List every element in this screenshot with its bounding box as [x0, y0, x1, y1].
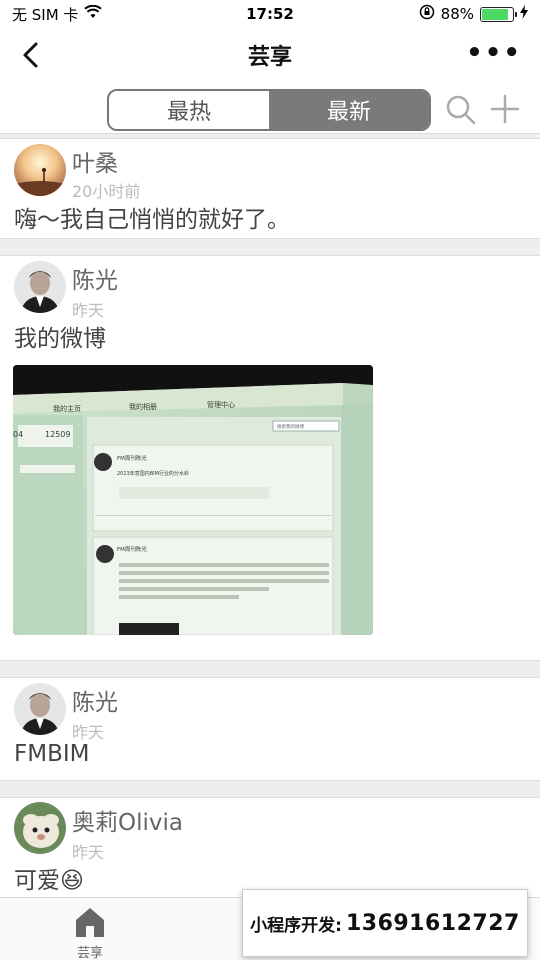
post-time: 20小时前 — [72, 182, 141, 201]
author-name[interactable]: 叶桑 — [72, 144, 118, 178]
photo-stat: 04 — [13, 430, 23, 439]
feed-post[interactable]: 陈光 昨天 FMBIM — [0, 678, 540, 780]
feed-post[interactable]: 奥莉Olivia 昨天 可爱😆 — [0, 798, 540, 897]
weibo-screen-image: 我的主页 我的相册 管理中心 04 12509 FM周刊陈光 2013年意国内B… — [13, 365, 373, 635]
tab-hottest[interactable]: 最热 — [109, 91, 269, 129]
avatar[interactable] — [14, 683, 66, 735]
status-right: 88% — [419, 4, 528, 24]
post-photo[interactable]: 我的主页 我的相册 管理中心 04 12509 FM周刊陈光 2013年意国内B… — [13, 365, 373, 635]
orientation-lock-icon — [419, 4, 435, 24]
home-icon — [76, 908, 104, 937]
nav-bar: 芸享 ••• — [0, 28, 540, 82]
photo-account: FM周刊陈光 — [117, 545, 147, 553]
photo-tab-label: 我的主页 — [53, 404, 81, 413]
more-button[interactable]: ••• — [466, 40, 522, 66]
promo-phone: 13691612727 — [345, 910, 520, 936]
post-text: FMBIM — [14, 741, 90, 767]
battery-icon — [480, 6, 517, 22]
post-text: 可爱😆 — [14, 868, 84, 894]
page-title: 芸享 — [247, 45, 292, 70]
tab-yunxiang[interactable]: 芸享 — [0, 898, 180, 960]
search-icon — [446, 95, 476, 125]
charging-icon — [520, 5, 528, 23]
photo-tab-label: 我的相册 — [129, 402, 157, 411]
promo-banner[interactable]: 小程序开发: 13691612727 — [242, 889, 528, 957]
photo-account: FM周刊陈光 — [117, 454, 147, 462]
photo-search-placeholder: 搜索我的微博 — [277, 423, 304, 430]
author-name[interactable]: 陈光 — [72, 683, 118, 717]
post-time: 昨天 — [72, 301, 105, 320]
post-time: 昨天 — [72, 723, 105, 742]
add-button[interactable] — [490, 94, 520, 124]
wifi-icon — [84, 4, 103, 23]
post-text: 嗨～我自己悄悄的就好了。 — [14, 207, 290, 233]
photo-stat: 12509 — [45, 430, 70, 439]
avatar[interactable] — [14, 144, 66, 196]
plus-icon — [490, 94, 520, 124]
back-button[interactable] — [12, 36, 48, 74]
photo-tab-label: 管理中心 — [207, 400, 235, 409]
avatar[interactable] — [14, 261, 66, 313]
filter-row: 最热 最新 — [0, 86, 540, 134]
post-time: 昨天 — [72, 843, 105, 862]
divider — [0, 238, 540, 256]
chevron-left-icon — [23, 42, 38, 68]
battery-fill — [482, 8, 509, 20]
post-text: 我的微博 — [14, 326, 106, 352]
author-name[interactable]: 奥莉Olivia — [72, 803, 183, 837]
feed-post[interactable]: 叶桑 20小时前 嗨～我自己悄悄的就好了。 — [0, 139, 540, 238]
photo-post-line: 2013年意国内BIM行业的分水岭 — [117, 470, 189, 477]
battery-percent: 88% — [440, 5, 474, 23]
status-left: 无 SIM 卡 — [12, 4, 103, 25]
divider — [0, 660, 540, 678]
carrier-label: 无 SIM 卡 — [12, 5, 79, 24]
author-name[interactable]: 陈光 — [72, 261, 118, 295]
search-button[interactable] — [445, 94, 477, 126]
segmented-control: 最热 最新 — [107, 89, 431, 131]
tab-newest[interactable]: 最新 — [269, 91, 429, 129]
divider — [0, 780, 540, 798]
avatar[interactable] — [14, 802, 66, 854]
promo-prefix: 小程序开发: — [250, 915, 342, 936]
tab-label: 芸享 — [76, 946, 103, 960]
status-bar: 无 SIM 卡 17:52 88% — [0, 0, 540, 28]
